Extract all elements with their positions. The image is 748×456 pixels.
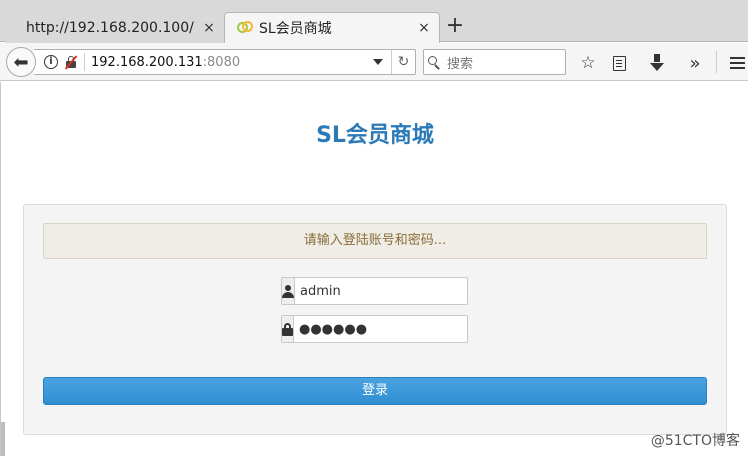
username-addon — [282, 278, 295, 304]
new-tab-button[interactable]: + — [444, 14, 466, 40]
watermark: @51CTO博客 — [650, 433, 740, 449]
star-icon: ☆ — [580, 53, 596, 73]
bookmark-star-button[interactable]: ☆ — [577, 52, 599, 74]
user-icon — [282, 284, 294, 298]
login-prompt: 请输入登陆账号和密码... — [43, 223, 707, 259]
back-button[interactable]: ⬅ — [6, 47, 36, 77]
history-dropdown-icon[interactable] — [373, 59, 383, 65]
download-icon — [650, 63, 664, 71]
insecure-connection-icon[interactable] — [64, 55, 78, 70]
site-favicon-icon — [237, 20, 253, 36]
password-addon — [282, 316, 294, 342]
close-tab-icon[interactable]: × — [202, 20, 216, 36]
username-input[interactable] — [295, 278, 470, 304]
tab-bar: http://192.168.200.100/ × SL会员商城 × + — [0, 0, 748, 43]
close-tab-icon[interactable]: × — [417, 20, 431, 36]
divider — [84, 53, 85, 71]
login-button[interactable]: 登录 — [43, 377, 707, 405]
search-icon — [428, 55, 441, 70]
username-field[interactable] — [281, 277, 470, 305]
hamburger-menu-icon — [729, 54, 745, 72]
site-info-icon[interactable]: i — [44, 55, 58, 69]
overflow-chevron-icon: » — [689, 52, 701, 74]
tab-sl-shop[interactable]: SL会员商城 × — [224, 12, 440, 43]
login-panel: 请输入登陆账号和密码... 登录 — [23, 204, 727, 435]
toolbar-divider — [716, 51, 717, 73]
reader-view-button[interactable] — [608, 52, 630, 74]
password-field[interactable] — [281, 315, 469, 343]
downloads-button[interactable] — [646, 52, 668, 74]
reader-view-icon — [612, 55, 626, 71]
tab-title: http://192.168.200.100/ — [26, 19, 194, 36]
search-bar[interactable]: 搜索 — [423, 49, 566, 75]
tab-ip-100[interactable]: http://192.168.200.100/ × — [6, 12, 224, 43]
navigation-bar: i 192.168.200.131 :8080 ↻ ⬅ 搜索 ☆ » — [0, 43, 748, 81]
scrollbar-thumb[interactable] — [1, 422, 5, 456]
menu-button[interactable] — [726, 52, 748, 74]
reload-icon: ↻ — [397, 54, 410, 70]
url-host: 192.168.200.131 — [91, 54, 203, 70]
address-bar[interactable]: i 192.168.200.131 :8080 ↻ — [34, 49, 416, 75]
reload-button[interactable]: ↻ — [391, 50, 415, 74]
lock-icon — [282, 322, 293, 336]
page-content: SL会员商城 请输入登陆账号和密码... 登录 @51CTO博客 — [0, 82, 748, 456]
url-port: :8080 — [202, 54, 241, 70]
password-input[interactable] — [294, 316, 469, 342]
overflow-button[interactable]: » — [684, 52, 706, 74]
page-title: SL会员商城 — [316, 123, 434, 148]
tab-title: SL会员商城 — [259, 21, 332, 37]
search-placeholder: 搜索 — [447, 56, 474, 72]
back-arrow-icon: ⬅ — [13, 51, 29, 73]
